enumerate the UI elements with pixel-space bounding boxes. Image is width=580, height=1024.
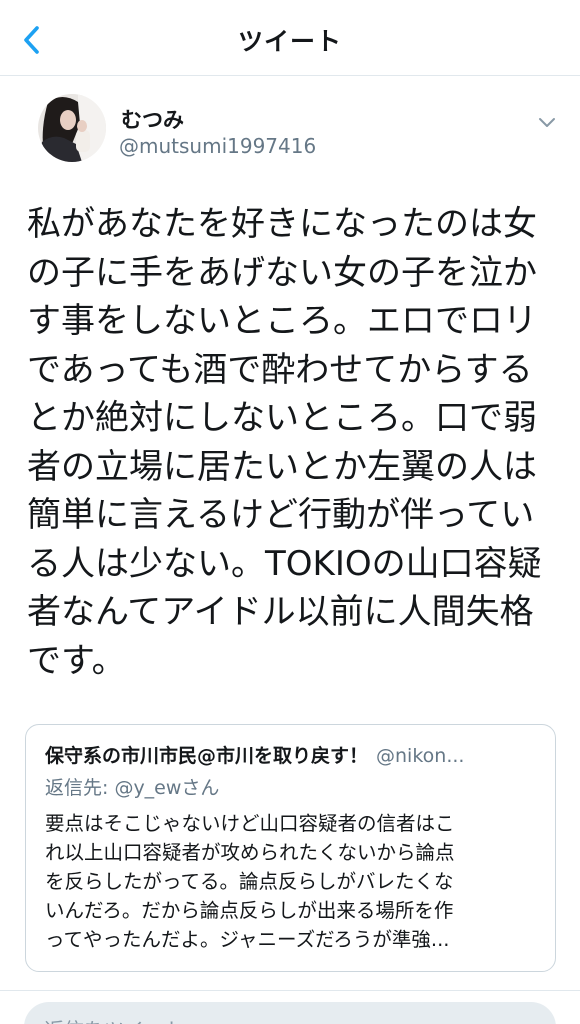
quoted-handle: @nikon... bbox=[376, 745, 465, 767]
author-display-name[interactable]: むつみ bbox=[121, 104, 184, 134]
page-title: ツイート bbox=[237, 27, 342, 56]
divider bbox=[0, 990, 580, 991]
quoted-reply-to: 返信先: @y_ewさん bbox=[45, 777, 220, 799]
quoted-tweet-header: 保守系の市川市民@市川を取り戻す！ @nikon... bbox=[45, 741, 545, 768]
reply-input[interactable]: 返信をツイート bbox=[24, 1002, 556, 1024]
tweet-detail-screen: ツイート むつみ @mutsumi1997416 私があなたを好きになったのは女… bbox=[0, 0, 580, 1024]
tweet-menu-button[interactable] bbox=[534, 112, 560, 132]
reply-placeholder: 返信をツイート bbox=[44, 1014, 184, 1024]
avatar-image bbox=[38, 94, 106, 162]
quoted-display-name: 保守系の市川市民@市川を取り戻す！ bbox=[45, 745, 369, 767]
quoted-tweet-card[interactable]: 保守系の市川市民@市川を取り戻す！ @nikon... 返信先: @y_ewさん … bbox=[25, 724, 556, 972]
quoted-tweet-text: 要点はそこじゃないけど山口容疑者の信者はこ れ以上山口容疑者が攻められたくないか… bbox=[45, 812, 455, 951]
author-handle[interactable]: @mutsumi1997416 bbox=[119, 134, 316, 158]
chevron-down-icon bbox=[539, 118, 555, 127]
avatar[interactable] bbox=[38, 94, 106, 162]
top-navigation-bar: ツイート bbox=[0, 0, 580, 76]
tweet-text: 私があなたを好きになったのは女 の子に手をあげない女の子を泣か す事をしないとこ… bbox=[27, 204, 542, 681]
